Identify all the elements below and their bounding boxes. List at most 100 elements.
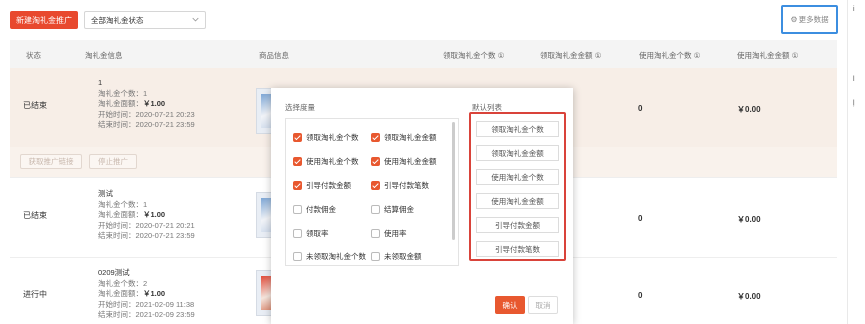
selected-metric-item[interactable]: 引导付款金额 (476, 217, 559, 233)
checkbox-checked-icon (293, 181, 302, 190)
metric-checkbox[interactable]: 使用淘礼金个数 (293, 156, 359, 167)
metric-checkbox[interactable]: 付款佣金 (293, 204, 336, 215)
row-status: 已结束 (23, 101, 47, 110)
selected-metrics-list: 领取淘礼金个数 领取淘礼金金额 使用淘礼金个数 使用淘礼金金额 引导付款金额 引… (469, 112, 566, 261)
metric-checkbox[interactable]: 引导付款金额 (293, 180, 351, 191)
metric-selector-dialog: 选择度量 默认列表 领取淘礼金个数 领取淘礼金金额 使用淘礼金个数 使用淘礼金金… (271, 88, 573, 324)
row-start: 开始时间：2021-02-09 11:38 (98, 299, 195, 309)
row-name: 0209测试 (98, 268, 130, 277)
side-glyph: i (853, 6, 855, 13)
side-glyph: l (853, 76, 855, 83)
right-edge-strip: i l ļ (847, 0, 865, 324)
metric-checkbox[interactable]: 使用淘礼金金额 (371, 156, 437, 167)
row-amount-value: ￥1.00 (143, 210, 166, 219)
metric-checkbox[interactable]: 结算佣金 (371, 204, 414, 215)
checkbox-checked-icon (371, 157, 380, 166)
metric-label: 结算佣金 (384, 205, 414, 214)
metric-label: 使用淘礼金个数 (306, 157, 359, 166)
metric-label: 引导付款笔数 (384, 181, 429, 190)
confirm-button[interactable]: 确认 (495, 296, 525, 314)
row-used-amount: ￥0.00 (737, 105, 761, 114)
gear-icon: ⚙ (790, 15, 798, 24)
header-used-count: 使用淘礼金个数 ① (639, 51, 701, 60)
metric-label: 领取率 (306, 229, 329, 238)
metric-checkbox[interactable]: 引导付款笔数 (371, 180, 429, 191)
checkbox-unchecked-icon (371, 205, 380, 214)
selected-metric-item[interactable]: 引导付款笔数 (476, 241, 559, 257)
row-amount-value: ￥1.00 (143, 99, 166, 108)
selected-metric-item[interactable]: 使用淘礼金个数 (476, 169, 559, 185)
row-used-count: 0 (638, 104, 643, 113)
row-amount: 淘礼金面额：￥1.00 (98, 289, 195, 300)
more-data-label: 更多数据 (798, 15, 829, 24)
row-count: 淘礼金个数：1 (98, 88, 148, 98)
checkbox-checked-icon (293, 133, 302, 142)
row-amount-label: 淘礼金面额： (98, 99, 143, 108)
status-filter-select[interactable]: 全部淘礼金状态 (84, 11, 206, 29)
row-name: 测试 (98, 189, 113, 198)
metric-options-panel: 领取淘礼金个数 领取淘礼金金额 使用淘礼金个数 使用淘礼金金额 引导付款金额 引… (285, 118, 459, 266)
choose-metrics-title: 选择度量 (285, 103, 315, 112)
row-amount-label: 淘礼金面额： (98, 210, 143, 219)
page: 新建淘礼金推广 全部淘礼金状态 ⚙ 更多数据 i l ļ 状态 淘礼金信息 商品… (0, 0, 865, 324)
header-used-amount: 使用淘礼金金额 ① (737, 51, 799, 60)
metric-label: 使用率 (384, 229, 407, 238)
row-status: 进行中 (23, 290, 47, 299)
selected-metric-item[interactable]: 领取淘礼金个数 (476, 121, 559, 137)
header-product: 商品信息 (259, 51, 289, 60)
row-used-amount: ￥0.00 (737, 215, 761, 224)
row-start: 开始时间：2020-07-21 20:23 (98, 109, 195, 119)
metric-checkbox[interactable]: 领取淘礼金金额 (371, 132, 437, 143)
checkbox-checked-icon (371, 133, 380, 142)
row-amount: 淘礼金面额：￥1.00 (98, 210, 195, 221)
metric-label: 引导付款金额 (306, 181, 351, 190)
row-end: 结束时间：2020-07-21 23:59 (98, 231, 195, 240)
row-used-count: 0 (638, 214, 643, 223)
row-amount: 淘礼金面额：￥1.00 (98, 99, 195, 110)
metric-checkbox[interactable]: 领取率 (293, 228, 329, 239)
row-count: 淘礼金个数：2 (98, 278, 148, 288)
table-header: 状态 淘礼金信息 商品信息 领取淘礼金个数 ① 领取淘礼金金额 ① 使用淘礼金个… (10, 40, 837, 68)
metric-label: 未领取金额 (384, 252, 422, 261)
row-info: 0209测试 淘礼金个数：2 淘礼金面额：￥1.00 开始时间：2021-02-… (98, 268, 195, 321)
checkbox-unchecked-icon (293, 205, 302, 214)
side-glyph: ļ (853, 100, 855, 107)
header-received-amount: 领取淘礼金金额 ① (540, 51, 602, 60)
metric-label: 付款佣金 (306, 205, 336, 214)
row-start: 开始时间：2020-07-21 20:21 (98, 220, 195, 230)
row-count: 淘礼金个数：1 (98, 199, 148, 209)
metric-label: 使用淘礼金金额 (384, 157, 437, 166)
checkbox-checked-icon (371, 181, 380, 190)
stop-promotion-button[interactable]: 停止推广 (89, 154, 137, 169)
new-taolijin-button[interactable]: 新建淘礼金推广 (10, 11, 78, 29)
get-link-button[interactable]: 获取推广链接 (20, 154, 82, 169)
metric-label: 领取淘礼金个数 (306, 133, 359, 142)
more-data-button[interactable]: ⚙ 更多数据 (781, 5, 838, 34)
header-status: 状态 (26, 51, 41, 60)
header-info: 淘礼金信息 (85, 51, 123, 60)
metric-checkbox[interactable]: 未领取淘礼金个数 (293, 251, 366, 262)
cancel-button[interactable]: 取消 (528, 296, 558, 314)
selected-metric-item[interactable]: 使用淘礼金金额 (476, 193, 559, 209)
row-amount-value: ￥1.00 (143, 289, 166, 298)
scrollbar[interactable] (452, 122, 455, 240)
row-amount-label: 淘礼金面额： (98, 289, 143, 298)
metric-checkbox[interactable]: 未领取金额 (371, 251, 422, 262)
row-end: 结束时间：2020-07-21 23:59 (98, 120, 195, 129)
checkbox-unchecked-icon (371, 229, 380, 238)
checkbox-unchecked-icon (293, 252, 302, 261)
row-status: 已结束 (23, 211, 47, 220)
row-name: 1 (98, 78, 103, 87)
metric-checkbox[interactable]: 领取淘礼金个数 (293, 132, 359, 143)
row-used-count: 0 (638, 291, 643, 300)
header-received-count: 领取淘礼金个数 ① (443, 51, 505, 60)
status-filter-value: 全部淘礼金状态 (91, 15, 144, 25)
chevron-down-icon (192, 17, 199, 22)
metric-label: 未领取淘礼金个数 (306, 252, 366, 261)
checkbox-checked-icon (293, 157, 302, 166)
selected-metric-item[interactable]: 领取淘礼金金额 (476, 145, 559, 161)
metric-label: 领取淘礼金金额 (384, 133, 437, 142)
metric-checkbox[interactable]: 使用率 (371, 228, 407, 239)
row-used-amount: ￥0.00 (737, 292, 761, 301)
checkbox-unchecked-icon (371, 252, 380, 261)
